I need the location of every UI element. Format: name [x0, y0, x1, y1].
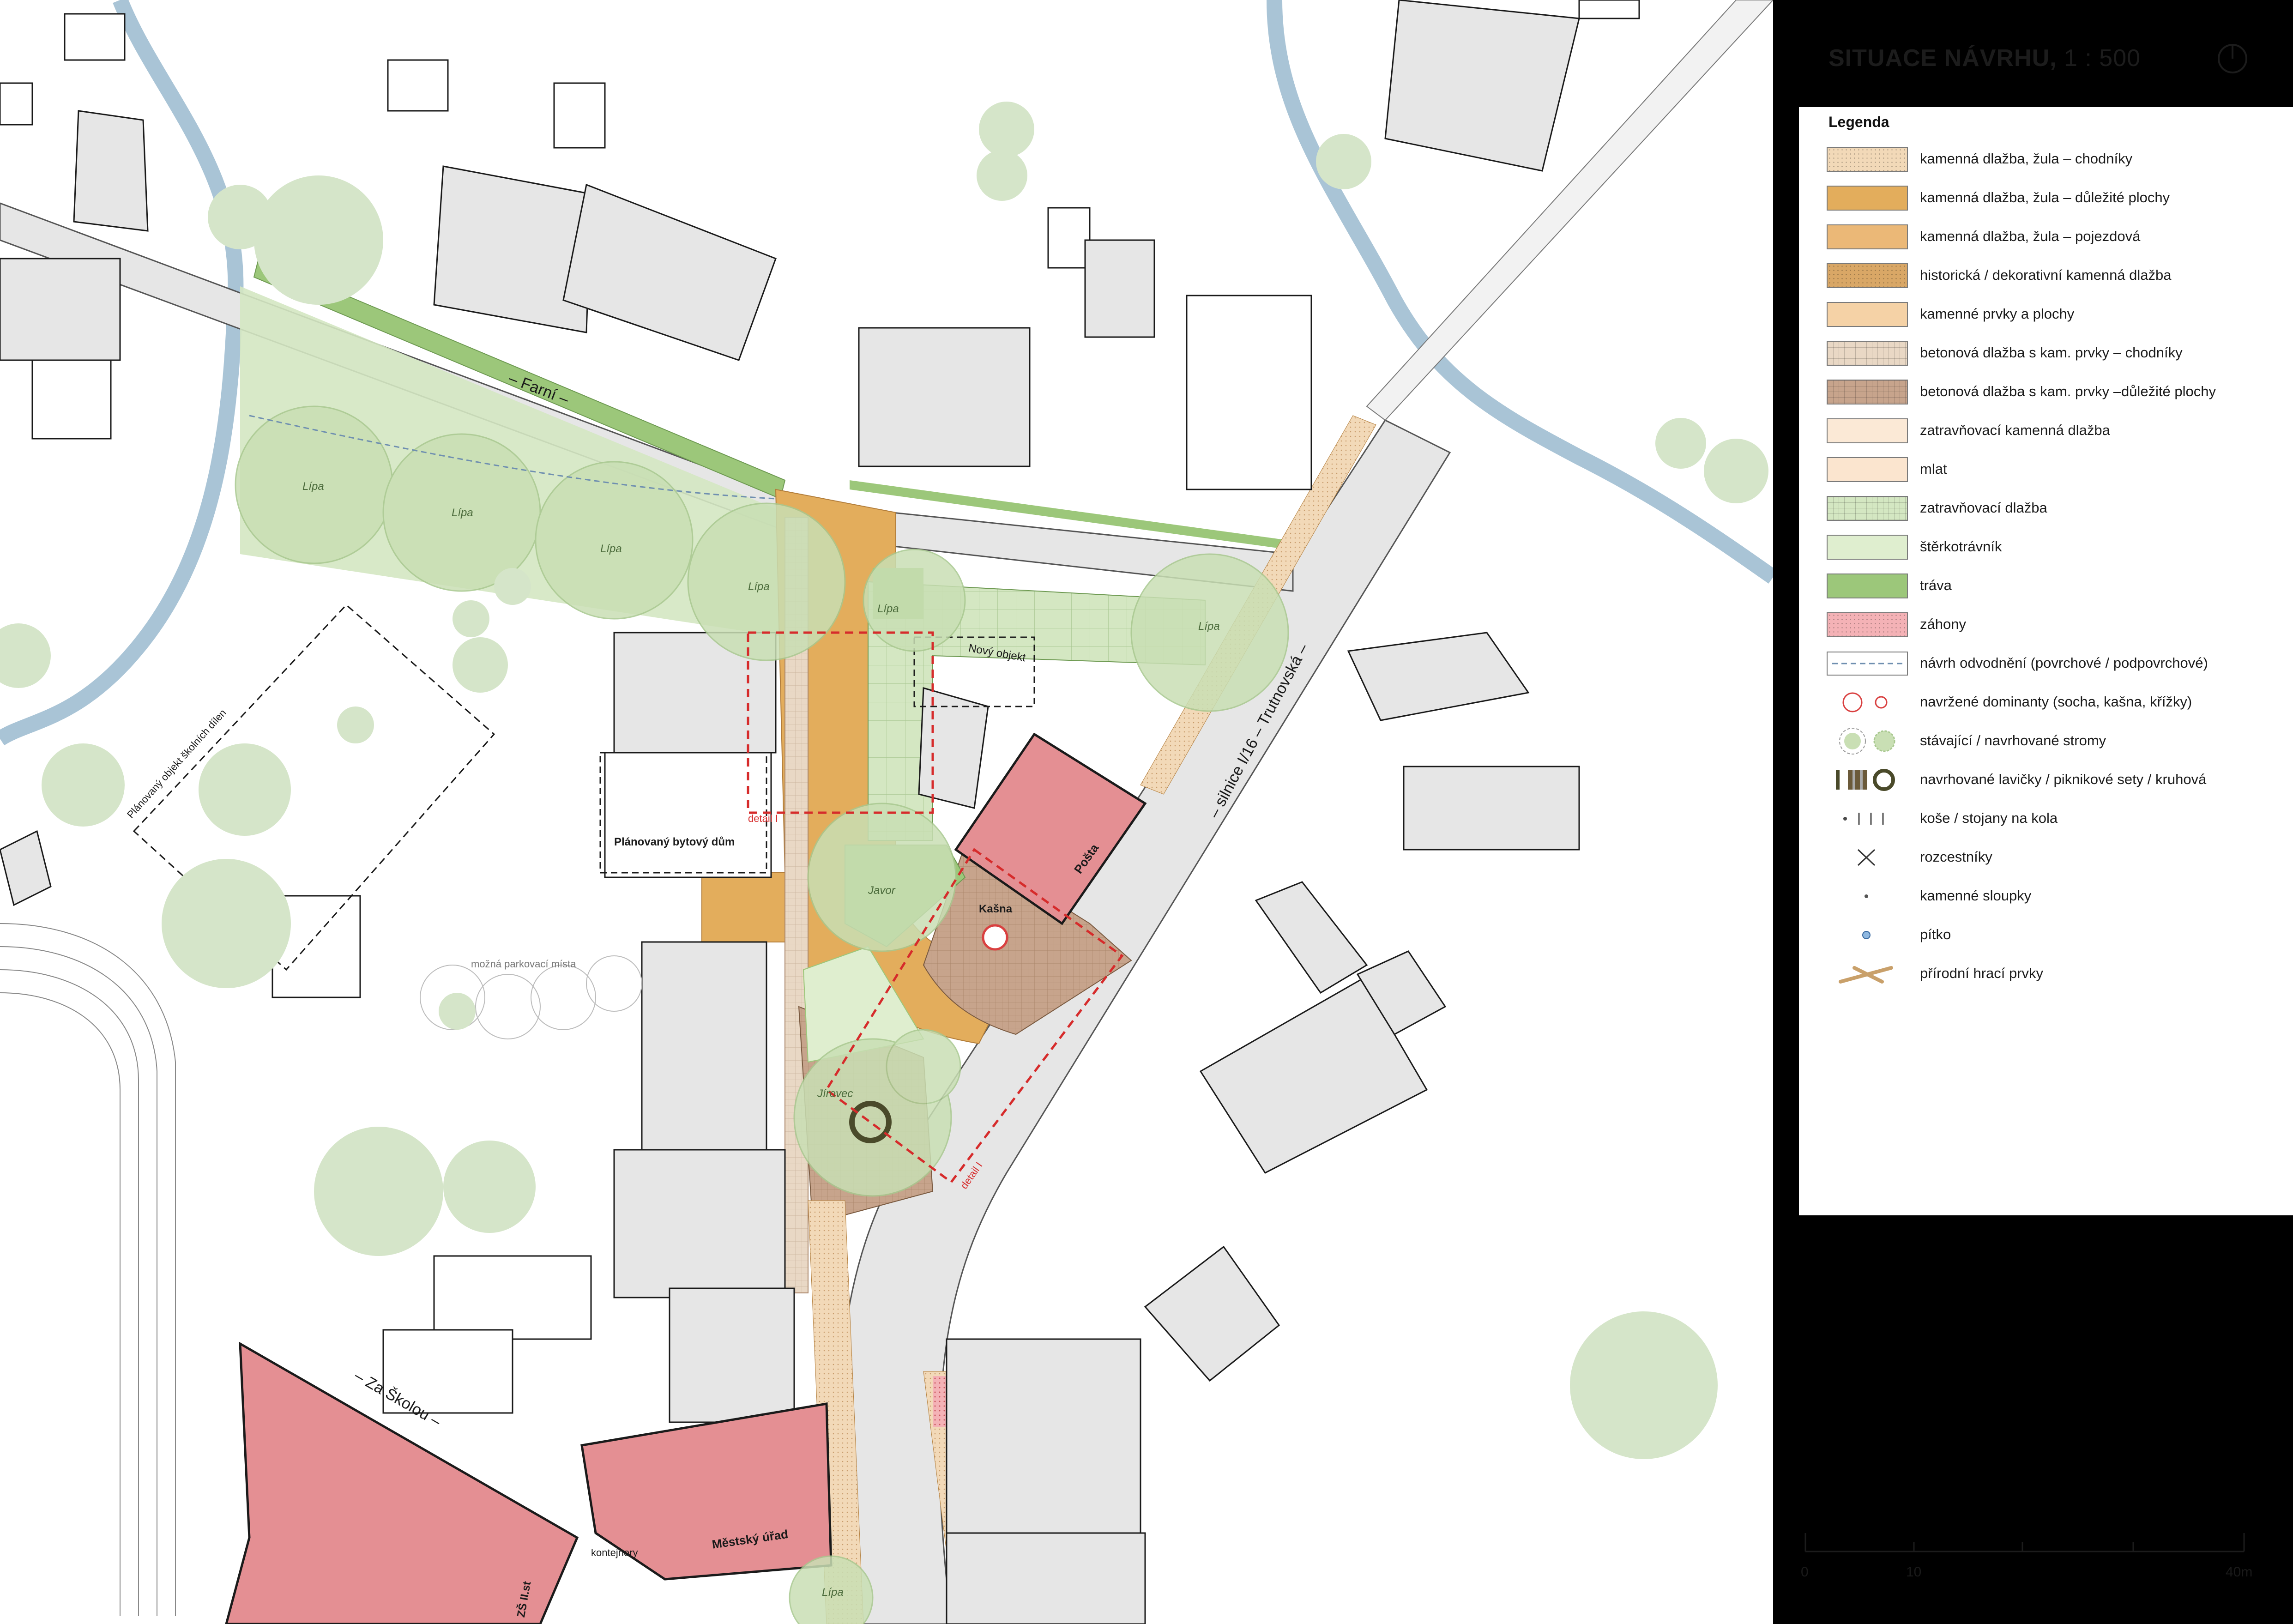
legend-title: Legenda — [1828, 114, 1889, 130]
scale-label-0: 0 — [1801, 1564, 1809, 1580]
kasna-fountain — [982, 924, 1008, 951]
legend-item: betonová dlažba s kam. prvky – chodníky — [1799, 333, 2293, 372]
label-parkovaci-mista: možná parkovací místa — [471, 958, 576, 970]
legend-item: historická / dekorativní kamenná dlažba — [1799, 256, 2293, 295]
legend-label: stávající / navrhované stromy — [1920, 732, 2106, 749]
legend-label: štěrkotrávník — [1920, 538, 2002, 555]
legend-swatch — [1827, 263, 1908, 288]
legend-label: navrhované lavičky / piknikové sety / kr… — [1920, 771, 2207, 787]
legend-label: betonová dlažba s kam. prvky – chodníky — [1920, 344, 2183, 361]
legend-label: betonová dlažba s kam. prvky –důležité p… — [1920, 383, 2216, 399]
legend-label: koše / stojany na kola — [1920, 810, 2058, 826]
sports-track — [0, 923, 176, 1616]
legend-item: betonová dlažba s kam. prvky –důležité p… — [1799, 372, 2293, 411]
legend-panel: SITUACE NÁVRHU, 1 : 500 Legenda kamenná … — [1773, 0, 2293, 1624]
north-arrow-icon — [2218, 44, 2247, 73]
drinking-fountain-icon — [1862, 931, 1871, 939]
legend-label: pítko — [1920, 926, 1951, 942]
bollard-icon — [1865, 894, 1868, 898]
legend-swatch — [1827, 147, 1908, 172]
legend-item: štěrkotrávník — [1799, 527, 2293, 566]
legend-item: pítko — [1799, 915, 2293, 954]
scale-label-10: 10 — [1906, 1564, 1922, 1580]
legend-label: historická / dekorativní kamenná dlažba — [1920, 267, 2172, 283]
legend-item: kamenná dlažba, žula – pojezdová — [1799, 217, 2293, 256]
legend-swatch — [1827, 418, 1908, 443]
legend-item: přírodní hrací prvky — [1799, 954, 2293, 993]
legend-item: navržené dominanty (socha, kašna, křížky… — [1799, 682, 2293, 721]
legend-swatch — [1827, 186, 1908, 211]
legend-item: kamenná dlažba, žula – důležité plochy — [1799, 178, 2293, 217]
legend-label: kamenná dlažba, žula – chodníky — [1920, 151, 2133, 167]
legend-item: kamenná dlažba, žula – chodníky — [1799, 139, 2293, 178]
legend-swatch — [1827, 224, 1908, 249]
tree-label: Lípa — [600, 543, 622, 555]
legend-label: kamenné prvky a plochy — [1920, 306, 2075, 322]
legend-item: stávající / navrhované stromy — [1799, 721, 2293, 760]
legend-label: kamenná dlažba, žula – důležité plochy — [1920, 189, 2170, 205]
tree-label: Lípa — [1198, 620, 1220, 633]
legend-item: záhony — [1799, 605, 2293, 644]
scale-label-40: 40m — [2226, 1564, 2253, 1580]
legend-item: zatravňovací kamenná dlažba — [1799, 411, 2293, 450]
legend-label: zatravňovací kamenná dlažba — [1920, 422, 2110, 438]
signpost-icon — [1857, 849, 1876, 866]
dominant-icon — [1842, 692, 1888, 712]
drainage-icon — [1827, 652, 1908, 676]
tree-label: Lípa — [822, 1586, 844, 1599]
legend-label: návrh odvodnění (povrchové / podpovrchov… — [1920, 655, 2208, 671]
legend-label: záhony — [1920, 616, 1966, 632]
legend-item: koše / stojany na kola — [1799, 799, 2293, 838]
legend-item: mlat — [1799, 450, 2293, 489]
tree-label: Javor — [868, 884, 895, 897]
scale-bar: 0 10 40m — [1801, 1524, 2263, 1598]
legend-item: tráva — [1799, 566, 2293, 605]
legend-label: přírodní hrací prvky — [1920, 965, 2044, 981]
tree-label: Lípa — [748, 580, 770, 593]
legend-label: tráva — [1920, 577, 1952, 593]
legend-box: Legenda kamenná dlažba, žula – chodníky k… — [1799, 107, 2293, 1215]
title-scale: 1 : 500 — [2057, 45, 2141, 72]
legend-swatch — [1827, 380, 1908, 404]
title-main: SITUACE NÁVRHU — [1828, 45, 2050, 72]
legend-swatch — [1827, 341, 1908, 366]
legend-swatch — [1827, 612, 1908, 637]
bin-icon — [1843, 813, 1884, 825]
map-drawing — [0, 0, 1773, 1624]
legend-item: zatravňovací dlažba — [1799, 489, 2293, 527]
legend-item: kamenné prvky a plochy — [1799, 295, 2293, 333]
bench-icon — [1836, 769, 1895, 791]
legend-label: rozcestníky — [1920, 849, 1992, 865]
legend-label: zatravňovací dlažba — [1920, 500, 2047, 516]
scale-bar-graphic — [1804, 1533, 2245, 1552]
site-plan-map: – Farní – – silnice I/16 – Trutnovská – … — [0, 0, 1773, 1624]
label-kontejnery: kontejnery — [591, 1547, 638, 1558]
sheet-title: SITUACE NÁVRHU, 1 : 500 — [1828, 45, 2141, 72]
legend-item: rozcestníky — [1799, 838, 2293, 876]
legend-swatch — [1827, 457, 1908, 482]
legend-label: mlat — [1920, 461, 1947, 477]
label-kasna: Kašna — [979, 903, 1013, 915]
legend-swatch — [1827, 302, 1908, 327]
legend-label: navržené dominanty (socha, kašna, křížky… — [1920, 694, 2192, 710]
tree-label: Jírovec — [817, 1087, 853, 1100]
legend-item: kamenné sloupky — [1799, 876, 2293, 915]
legend-label: kamenná dlažba, žula – pojezdová — [1920, 228, 2141, 244]
legend-swatch — [1827, 574, 1908, 598]
tree-icon — [1839, 728, 1895, 755]
label-planovany-bytovy-dum: Plánovaný bytový dům — [614, 836, 735, 848]
detail-label: detail I — [748, 813, 778, 824]
legend-swatch — [1827, 535, 1908, 560]
tree-label: Lípa — [452, 507, 473, 519]
play-element-icon — [1839, 966, 1893, 984]
tree-label: Lípa — [302, 480, 324, 493]
legend-swatch — [1827, 496, 1908, 521]
legend-item: navrhované lavičky / piknikové sety / kr… — [1799, 760, 2293, 799]
tree-label: Lípa — [877, 603, 899, 615]
legend-item: návrh odvodnění (povrchové / podpovrchov… — [1799, 644, 2293, 682]
legend-label: kamenné sloupky — [1920, 887, 2032, 904]
